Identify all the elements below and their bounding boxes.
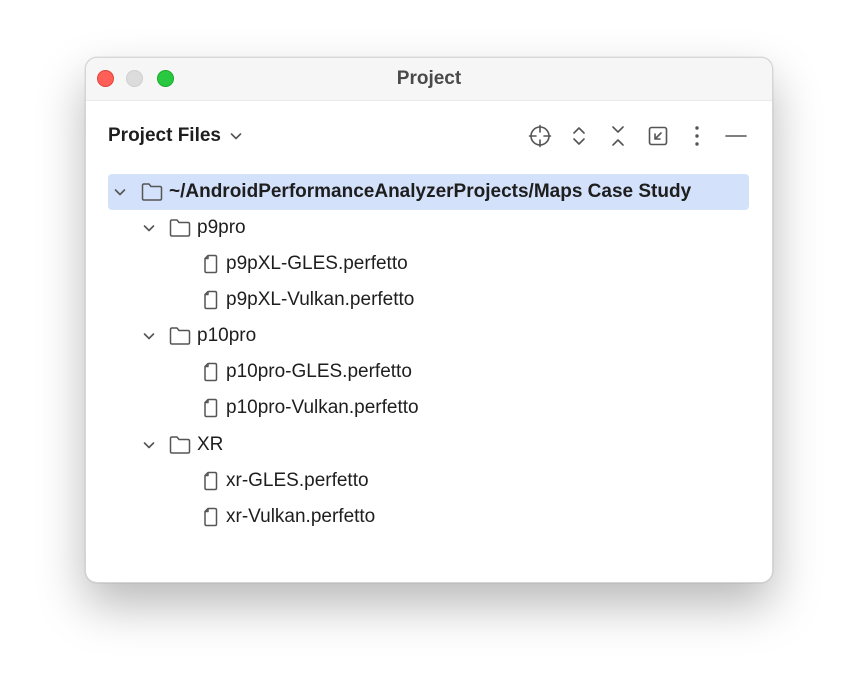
locate-button[interactable] (528, 124, 552, 148)
collapse-all-button[interactable] (606, 124, 630, 148)
chevron-down-icon[interactable] (113, 185, 127, 199)
folder-icon (169, 436, 191, 454)
folder-label: XR (197, 434, 224, 455)
folder-icon (141, 183, 163, 201)
tree-file[interactable]: xr-GLES.perfetto (108, 463, 749, 499)
file-icon (204, 398, 218, 418)
chevron-down-icon[interactable] (142, 221, 156, 235)
file-label: p10pro-GLES.perfetto (226, 361, 412, 382)
folder-label: p10pro (197, 325, 257, 346)
folder-icon (169, 327, 191, 345)
file-label: xr-GLES.perfetto (226, 470, 369, 491)
chevron-down-icon (230, 133, 242, 140)
hide-panel-icon (725, 135, 747, 137)
file-icon (204, 254, 218, 274)
tree-folder-p10pro[interactable]: p10pro (108, 318, 749, 354)
file-label: p9pXL-GLES.perfetto (226, 253, 408, 274)
scroll-from-source-icon (648, 126, 668, 146)
chevron-down-icon[interactable] (142, 438, 156, 452)
file-label: p9pXL-Vulkan.perfetto (226, 289, 415, 310)
file-icon (204, 290, 218, 310)
tree-file[interactable]: p10pro-GLES.perfetto (108, 354, 749, 390)
tree-folder-p9pro[interactable]: p9pro (108, 210, 749, 246)
more-options-icon (695, 126, 699, 146)
tree-file[interactable]: p10pro-Vulkan.perfetto (108, 390, 749, 426)
expand-all-button[interactable] (567, 124, 591, 148)
tree-root-folder[interactable]: ~/AndroidPerformanceAnalyzerProjects/Map… (108, 174, 749, 210)
collapse-all-icon (612, 126, 624, 146)
title-bar: Project (86, 58, 772, 101)
folder-label: p9pro (197, 217, 246, 238)
more-options-button[interactable] (685, 124, 709, 148)
project-window: Project Project Files ~/AndroidPerforman… (85, 57, 773, 583)
window-title: Project (396, 68, 462, 89)
panel-title: Project Files (108, 125, 221, 146)
file-icon (204, 507, 218, 527)
hide-panel-button[interactable] (724, 124, 748, 148)
tree-file[interactable]: p9pXL-GLES.perfetto (108, 246, 749, 282)
file-icon (204, 471, 218, 491)
file-icon (204, 362, 218, 382)
tree-file[interactable]: xr-Vulkan.perfetto (108, 499, 749, 535)
tree-folder-xr[interactable]: XR (108, 427, 749, 463)
file-label: xr-Vulkan.perfetto (226, 506, 376, 527)
chevron-down-icon[interactable] (142, 329, 156, 343)
locate-icon (528, 124, 552, 148)
expand-all-icon (573, 127, 585, 145)
folder-icon (169, 219, 191, 237)
tree-file[interactable]: p9pXL-Vulkan.perfetto (108, 282, 749, 318)
scroll-from-source-button[interactable] (646, 124, 670, 148)
file-label: p10pro-Vulkan.perfetto (226, 397, 419, 418)
project-files-dropdown[interactable]: Project Files (108, 125, 243, 147)
root-folder-label: ~/AndroidPerformanceAnalyzerProjects/Map… (169, 181, 692, 202)
